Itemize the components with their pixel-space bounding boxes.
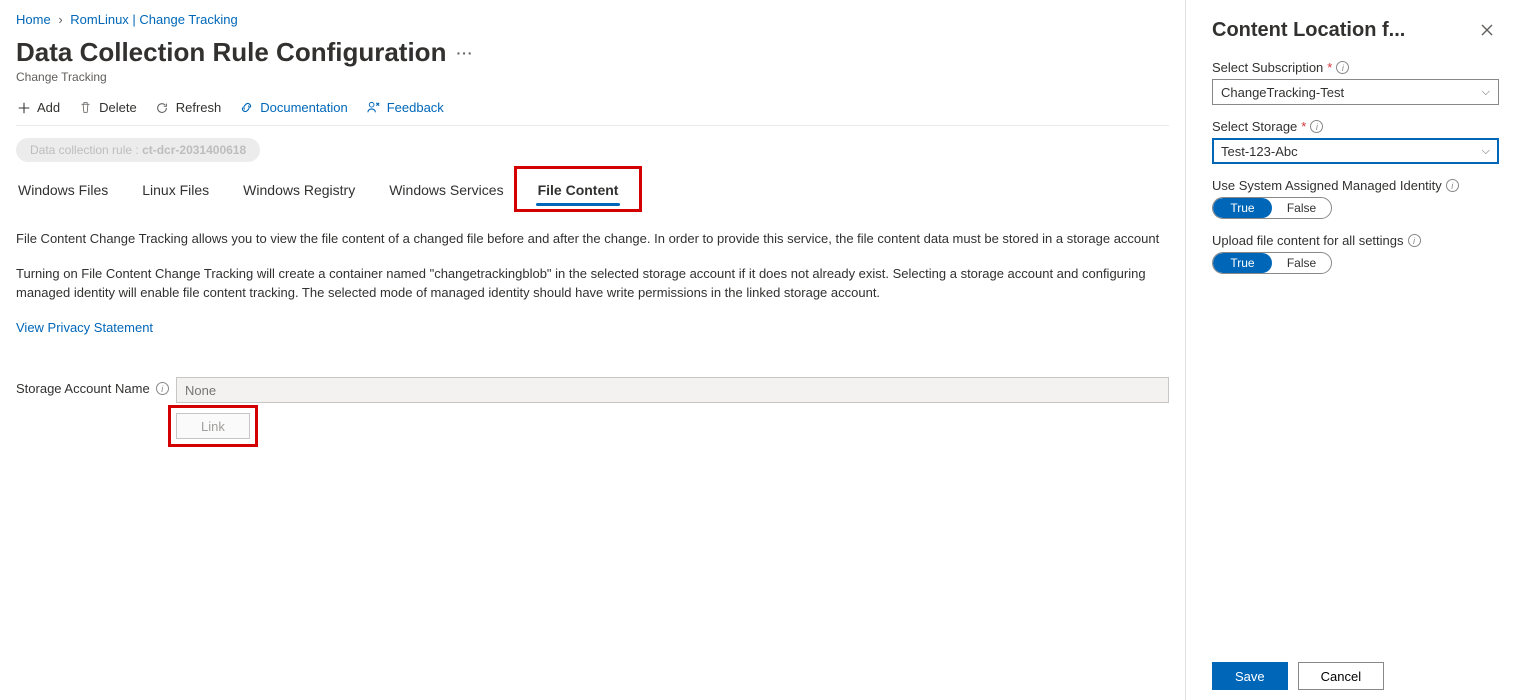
info-icon[interactable]: i: [156, 382, 169, 395]
required-star: *: [1327, 60, 1332, 75]
toggle-false[interactable]: False: [1272, 198, 1331, 218]
panel-footer: Save Cancel: [1186, 652, 1525, 700]
side-panel: Content Location f... Select Subscriptio…: [1185, 0, 1525, 700]
feedback-button[interactable]: Feedback: [366, 100, 444, 115]
storage-select-value: Test-123-Abc: [1221, 144, 1298, 159]
pill-value: ct-dcr-2031400618: [142, 143, 246, 157]
storage-account-label: Storage Account Name i: [16, 377, 176, 396]
upload-label-text: Upload file content for all settings: [1212, 233, 1404, 248]
trash-icon: [78, 100, 93, 115]
panel-title: Content Location f...: [1212, 19, 1405, 42]
refresh-icon: [155, 100, 170, 115]
feedback-icon: [366, 100, 381, 115]
info-icon[interactable]: i: [1446, 179, 1459, 192]
toggle-true[interactable]: True: [1213, 253, 1272, 273]
tab-windows-registry[interactable]: Windows Registry: [241, 176, 357, 204]
storage-select-label: Select Storage * i: [1212, 119, 1499, 134]
subscription-label-text: Select Subscription: [1212, 60, 1323, 75]
page-subtitle: Change Tracking: [16, 70, 1169, 84]
link-button[interactable]: Link: [176, 413, 250, 439]
delete-label: Delete: [99, 100, 137, 115]
feedback-label: Feedback: [387, 100, 444, 115]
more-icon[interactable]: ···: [456, 45, 473, 61]
cancel-button[interactable]: Cancel: [1298, 662, 1384, 690]
storage-select[interactable]: Test-123-Abc ⌵: [1212, 138, 1499, 164]
tab-windows-files[interactable]: Windows Files: [16, 176, 110, 204]
identity-toggle[interactable]: True False: [1212, 197, 1332, 219]
storage-form-row: Storage Account Name i Link: [16, 377, 1169, 439]
refresh-label: Refresh: [176, 100, 222, 115]
info-icon[interactable]: i: [1408, 234, 1421, 247]
breadcrumb-home[interactable]: Home: [16, 12, 51, 27]
tabs: Windows Files Linux Files Windows Regist…: [16, 176, 1169, 204]
upload-label: Upload file content for all settings i: [1212, 233, 1499, 248]
toggle-false[interactable]: False: [1272, 253, 1331, 273]
identity-label-text: Use System Assigned Managed Identity: [1212, 178, 1442, 193]
breadcrumb: Home › RomLinux | Change Tracking: [16, 12, 1169, 27]
description: File Content Change Tracking allows you …: [16, 230, 1166, 337]
toolbar: Add Delete Refresh Documentation Feedbac…: [16, 94, 1169, 126]
chevron-down-icon: ⌵: [1482, 145, 1490, 158]
tab-windows-services[interactable]: Windows Services: [387, 176, 505, 204]
identity-label: Use System Assigned Managed Identity i: [1212, 178, 1499, 193]
storage-account-input[interactable]: [176, 377, 1169, 403]
tab-file-content[interactable]: File Content: [536, 176, 621, 204]
save-button[interactable]: Save: [1212, 662, 1288, 690]
chevron-down-icon: ⌵: [1482, 86, 1490, 99]
storage-select-label-text: Select Storage: [1212, 119, 1297, 134]
description-p1: File Content Change Tracking allows you …: [16, 230, 1166, 249]
documentation-button[interactable]: Documentation: [239, 100, 347, 115]
add-label: Add: [37, 100, 60, 115]
info-icon[interactable]: i: [1310, 120, 1323, 133]
description-p2: Turning on File Content Change Tracking …: [16, 265, 1166, 303]
subscription-value: ChangeTracking-Test: [1221, 85, 1344, 100]
tab-linux-files[interactable]: Linux Files: [140, 176, 211, 204]
subscription-label: Select Subscription * i: [1212, 60, 1499, 75]
plus-icon: [16, 100, 31, 115]
dcr-pill: Data collection rule : ct-dcr-2031400618: [16, 138, 260, 162]
subscription-select[interactable]: ChangeTracking-Test ⌵: [1212, 79, 1499, 105]
close-icon[interactable]: [1475, 18, 1499, 42]
page-title-text: Data Collection Rule Configuration: [16, 37, 446, 68]
required-star: *: [1301, 119, 1306, 134]
add-button[interactable]: Add: [16, 100, 60, 115]
privacy-link[interactable]: View Privacy Statement: [16, 320, 153, 335]
pill-prefix: Data collection rule :: [30, 143, 142, 157]
refresh-button[interactable]: Refresh: [155, 100, 222, 115]
toggle-true[interactable]: True: [1213, 198, 1272, 218]
link-icon: [239, 100, 254, 115]
upload-toggle[interactable]: True False: [1212, 252, 1332, 274]
delete-button[interactable]: Delete: [78, 100, 137, 115]
storage-label-text: Storage Account Name: [16, 381, 150, 396]
documentation-label: Documentation: [260, 100, 347, 115]
chevron-right-icon: ›: [58, 12, 62, 27]
info-icon[interactable]: i: [1336, 61, 1349, 74]
breadcrumb-item[interactable]: RomLinux | Change Tracking: [70, 12, 237, 27]
page-title: Data Collection Rule Configuration ···: [16, 37, 1169, 68]
